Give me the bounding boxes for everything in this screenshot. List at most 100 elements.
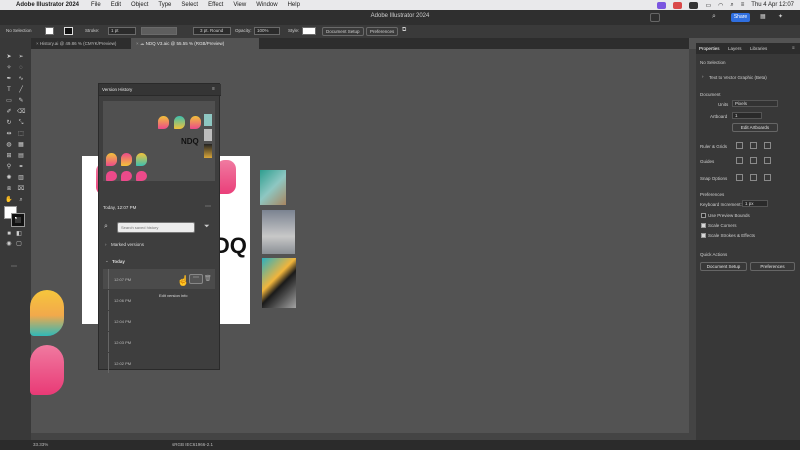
perspective-grid-icon[interactable]: ▦ xyxy=(17,142,25,149)
yellow-pin-logo[interactable] xyxy=(30,290,64,336)
menu-object[interactable]: Object xyxy=(131,2,148,8)
lasso-icon[interactable]: ◌ xyxy=(17,65,25,72)
line-tool-icon[interactable]: ╱ xyxy=(17,87,25,94)
opacity-field[interactable]: 100% xyxy=(254,27,280,35)
artboard-select[interactable]: 1 xyxy=(732,112,762,119)
tab-properties[interactable]: Properties xyxy=(699,46,720,51)
spotlight-icon[interactable]: ⌕ xyxy=(730,2,733,9)
panel-menu-icon[interactable]: ≡ xyxy=(792,45,795,50)
sync-icon[interactable] xyxy=(668,13,678,22)
wifi-icon[interactable]: ◠ xyxy=(718,2,723,9)
close-tab-icon[interactable]: × xyxy=(136,41,139,46)
keyboard-increment-field[interactable]: 1 px xyxy=(742,200,768,207)
scale-corners-checkbox[interactable] xyxy=(701,223,706,228)
vertical-scrollbar[interactable] xyxy=(689,49,696,440)
scale-tool-icon[interactable]: ⤡ xyxy=(17,120,25,127)
tab-layers[interactable]: Layers xyxy=(728,46,742,51)
fill-swatch[interactable] xyxy=(45,27,54,35)
version-row[interactable]: 12:03 PM xyxy=(103,332,215,352)
draw-mode-icon[interactable]: ◉ xyxy=(5,241,13,248)
arrange-documents-icon[interactable] xyxy=(650,13,660,22)
app-name-menu[interactable]: Adobe Illustrator 2024 xyxy=(16,2,79,8)
zoom-level[interactable]: 33.33% xyxy=(33,442,48,447)
magic-icon[interactable]: ✦ xyxy=(778,13,788,22)
menu-select[interactable]: Select xyxy=(181,2,198,8)
shape-builder-icon[interactable]: ◍ xyxy=(5,142,13,149)
photo-thumbnail-2[interactable] xyxy=(262,210,295,254)
chevron-right-icon[interactable]: › xyxy=(702,74,704,79)
preferences-button[interactable]: Preferences xyxy=(750,262,795,271)
stroke-color-swatch[interactable] xyxy=(11,213,25,227)
version-search-input[interactable] xyxy=(117,222,195,233)
version-row[interactable]: 12:02 PM xyxy=(103,353,215,373)
scale-corners-label[interactable]: Scale Corners xyxy=(708,223,737,228)
filter-icon[interactable]: ⏷ xyxy=(204,223,210,231)
curvature-tool-icon[interactable]: ∿ xyxy=(17,76,25,83)
snap-to-pixel-icon[interactable] xyxy=(750,174,757,181)
rectangle-tool-icon[interactable]: ▭ xyxy=(5,98,13,105)
lock-guides-icon[interactable] xyxy=(750,157,757,164)
magic-wand-icon[interactable]: ✧ xyxy=(5,65,13,72)
eyedropper-icon[interactable]: ⚲ xyxy=(5,164,13,171)
more-tools-icon[interactable]: ⋯ xyxy=(10,264,18,271)
opacity-label[interactable]: Opacity: xyxy=(235,28,252,33)
snap-to-glyph-icon[interactable] xyxy=(764,174,771,181)
menu-edit[interactable]: Edit xyxy=(111,2,121,8)
version-row[interactable]: 12:06 PM xyxy=(103,290,215,310)
tab-ndq-doc[interactable]: × ☁ NDQ V3.aic @ 55.55 % (RGB/Preview) xyxy=(131,38,259,49)
pixel-grid-icon[interactable] xyxy=(764,142,771,149)
use-preview-bounds-checkbox[interactable] xyxy=(701,213,706,218)
photo-thumbnail-1[interactable] xyxy=(260,170,286,205)
document-setup-button[interactable]: Document Setup xyxy=(322,27,364,36)
menu-help[interactable]: Help xyxy=(288,2,300,8)
menu-effect[interactable]: Effect xyxy=(208,2,223,8)
ruler-icon[interactable] xyxy=(736,142,743,149)
color-mode-icon[interactable]: ■ xyxy=(5,231,13,238)
gradient-mode-icon[interactable]: ◧ xyxy=(15,231,23,238)
pen-tool-icon[interactable]: ✒ xyxy=(5,76,13,83)
tab-libraries[interactable]: Libraries xyxy=(750,46,767,51)
blend-tool-icon[interactable]: ⚭ xyxy=(17,164,25,171)
arrange-icon[interactable]: ⧉ xyxy=(402,27,406,34)
graphic-style-swatch[interactable] xyxy=(302,27,316,35)
graph-tool-icon[interactable]: ▥ xyxy=(17,175,25,182)
brush-definition[interactable]: 3 pt. Round xyxy=(193,27,231,35)
menu-view[interactable]: View xyxy=(233,2,246,8)
type-tool-icon[interactable]: T xyxy=(5,87,13,94)
menubar-clock[interactable]: Thu 4 Apr 12:07 xyxy=(751,2,794,8)
record-icon[interactable] xyxy=(673,1,683,9)
hand-tool-icon[interactable]: ✋ xyxy=(5,197,13,204)
app-status-icon[interactable] xyxy=(689,1,699,9)
stroke-swatch[interactable] xyxy=(64,27,73,35)
units-select[interactable]: Pixels xyxy=(732,100,778,107)
selection-tool-icon[interactable]: ➤ xyxy=(5,54,13,61)
smart-guides-icon[interactable] xyxy=(764,157,771,164)
share-button[interactable]: Share xyxy=(731,13,750,22)
shaper-tool-icon[interactable]: ✐ xyxy=(5,109,13,116)
direct-selection-tool-icon[interactable]: ➢ xyxy=(17,54,25,61)
gradient-tool-icon[interactable]: ▤ xyxy=(17,153,25,160)
control-center-icon[interactable]: ≡ xyxy=(741,2,745,8)
workspace-icon[interactable]: ▦ xyxy=(760,13,770,22)
preferences-button[interactable]: Preferences xyxy=(366,27,399,36)
scale-strokes-label[interactable]: Scale Strokes & Effects xyxy=(708,233,755,238)
current-version-more-icon[interactable]: ⋯ xyxy=(205,203,211,210)
photo-thumbnail-3[interactable] xyxy=(262,258,296,308)
use-preview-bounds-label[interactable]: Use Preview Bounds xyxy=(708,213,750,218)
menu-type[interactable]: Type xyxy=(158,2,171,8)
scale-strokes-checkbox[interactable] xyxy=(701,233,706,238)
today-section-label[interactable]: Today xyxy=(112,259,125,264)
show-guides-icon[interactable] xyxy=(736,157,743,164)
horizontal-scrollbar[interactable] xyxy=(31,433,689,440)
search-icon[interactable]: ⌕ xyxy=(712,13,722,22)
screen-record-icon[interactable] xyxy=(657,1,667,9)
version-row[interactable]: 12:07 PM ⋯ 🗑 xyxy=(103,269,215,289)
battery-icon[interactable]: ▭ xyxy=(705,2,711,9)
text-to-vector-label[interactable]: Text to Vector Graphic (Beta) xyxy=(709,75,767,80)
version-more-button[interactable]: ⋯ xyxy=(189,274,203,284)
edit-artboards-button[interactable]: Edit Artboards xyxy=(732,123,778,132)
stroke-weight-field[interactable]: 1 pt xyxy=(108,27,136,35)
chevron-down-icon[interactable]: ⌄ xyxy=(105,258,109,264)
symbol-sprayer-icon[interactable]: ✺ xyxy=(5,175,13,182)
tab-history-doc[interactable]: × History.ai @ 49.86 % (CMYK/Preview) xyxy=(31,38,131,49)
